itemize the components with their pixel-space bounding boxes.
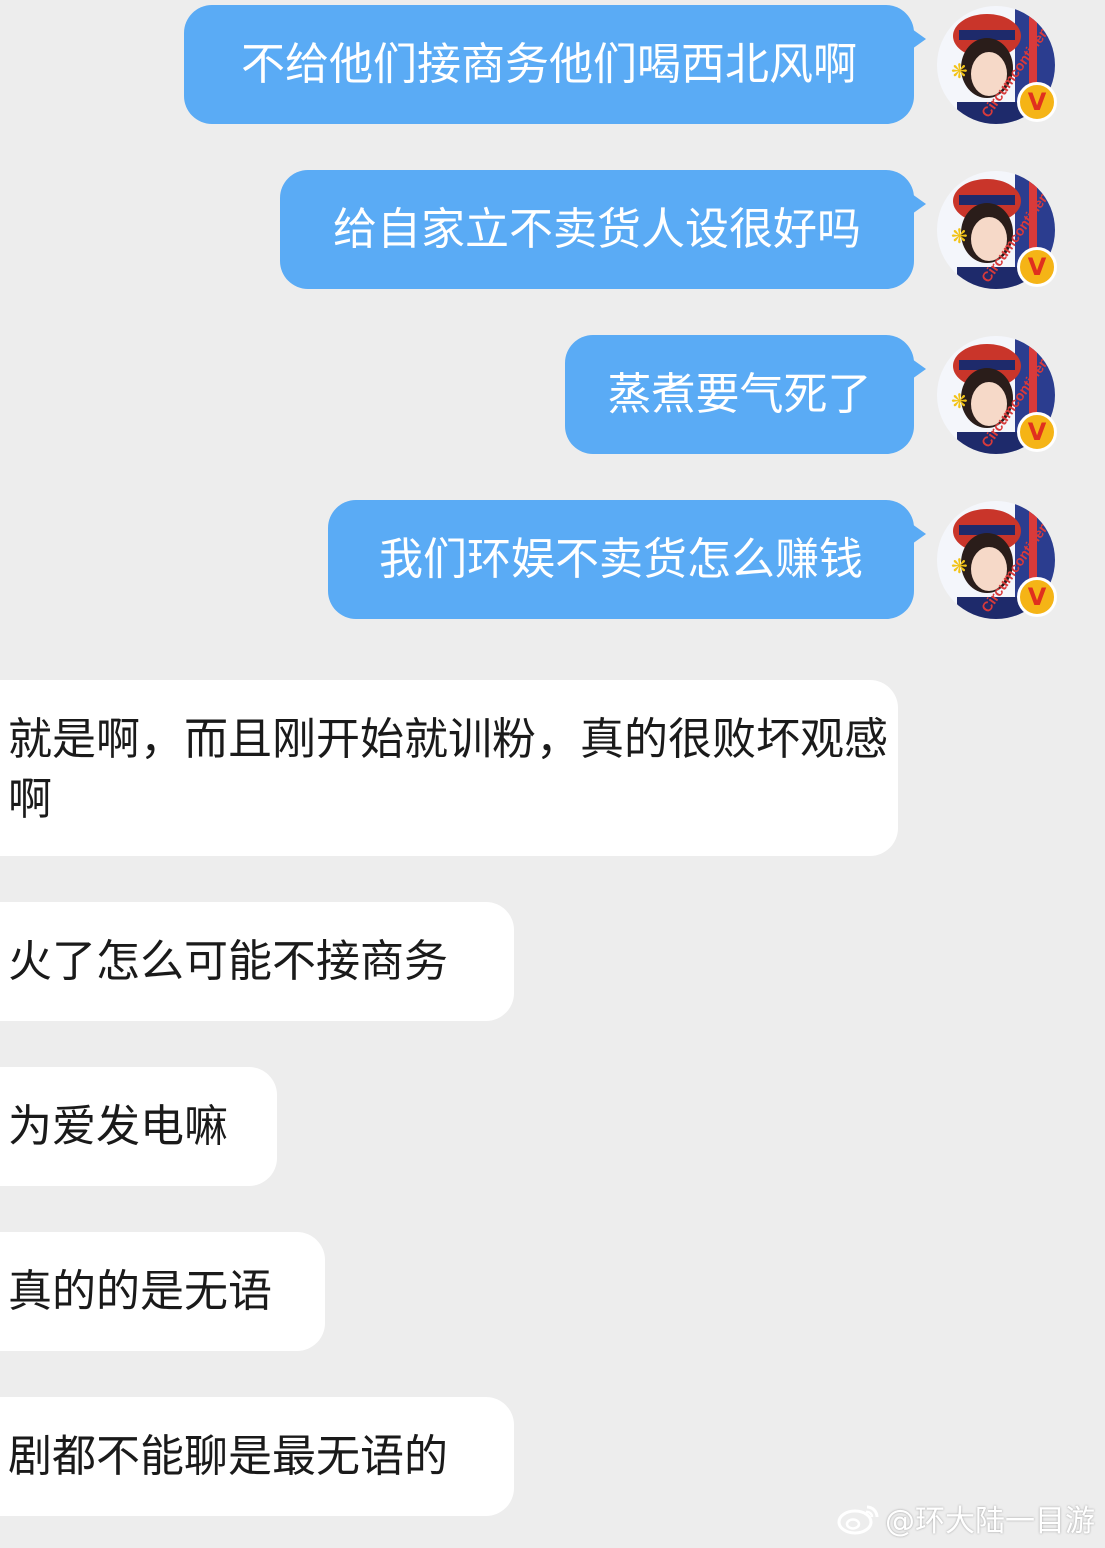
message-text: 真的的是无语 (8, 1266, 272, 1317)
received-message-bubble[interactable]: 火了怎么可能不接商务 (0, 902, 514, 1021)
svg-text:❋: ❋ (951, 224, 968, 248)
watermark-text: @环大陆一目游 (885, 1504, 1095, 1539)
watermark: @环大陆一目游 (837, 1496, 1095, 1540)
verified-badge-icon: V (1017, 247, 1057, 287)
sent-message-bubble[interactable]: 我们环娱不卖货怎么赚钱 (328, 500, 926, 619)
user-avatar[interactable]: Circumcontinental ❋ V (937, 501, 1057, 619)
svg-text:❋: ❋ (951, 554, 968, 578)
message-text: 就是啊，而且刚开始就训粉，真的很败坏观感啊 (8, 714, 888, 825)
message-text: 蒸煮要气死了 (607, 369, 872, 420)
sent-message-bubble[interactable]: 不给他们接商务他们喝西北风啊 (184, 5, 926, 124)
user-avatar[interactable]: Circumcontinental ❋ V (937, 6, 1057, 124)
user-avatar[interactable]: Circumcontinental ❋ V (937, 336, 1057, 454)
message-text: 火了怎么可能不接商务 (8, 936, 448, 987)
message-text: 为爱发电嘛 (8, 1101, 228, 1152)
verified-badge-icon: V (1017, 577, 1057, 617)
weibo-icon (837, 1505, 879, 1535)
message-text: 给自家立不卖货人设很好吗 (333, 204, 861, 255)
svg-text:❋: ❋ (951, 389, 968, 413)
received-message-bubble[interactable]: 剧都不能聊是最无语的 (0, 1397, 514, 1516)
svg-text:❋: ❋ (951, 59, 968, 83)
verified-badge-icon: V (1017, 412, 1057, 452)
received-message-bubble[interactable]: 真的的是无语 (0, 1232, 325, 1351)
message-text: 我们环娱不卖货怎么赚钱 (379, 534, 863, 585)
sent-message-bubble[interactable]: 给自家立不卖货人设很好吗 (280, 170, 926, 289)
user-avatar[interactable]: Circumcontinental ❋ V (937, 171, 1057, 289)
received-message-bubble[interactable]: 为爱发电嘛 (0, 1067, 277, 1186)
message-text: 不给他们接商务他们喝西北风啊 (241, 39, 857, 90)
message-text: 剧都不能聊是最无语的 (8, 1431, 448, 1482)
sent-message-bubble[interactable]: 蒸煮要气死了 (565, 335, 926, 454)
received-message-bubble[interactable]: 就是啊，而且刚开始就训粉，真的很败坏观感啊 (0, 680, 898, 856)
verified-badge-icon: V (1017, 82, 1057, 122)
